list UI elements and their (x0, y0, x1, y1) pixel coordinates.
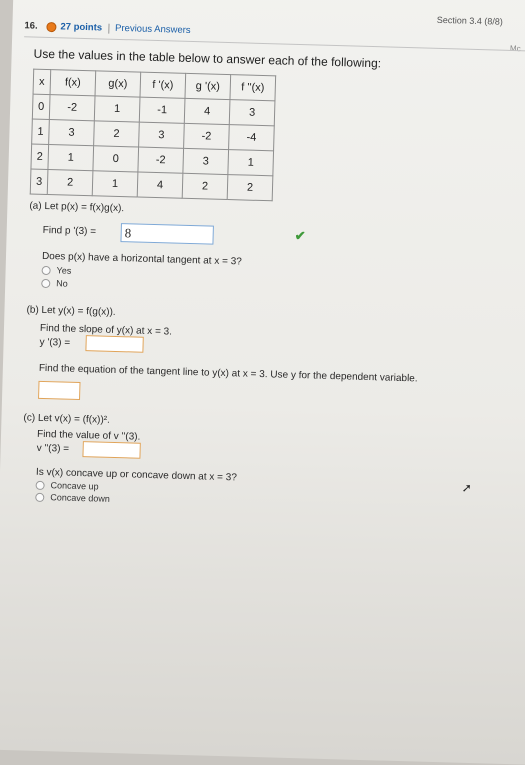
table-cell: -2 (137, 147, 184, 174)
radio-label: Yes (56, 265, 72, 276)
table-cell: 3 (30, 169, 48, 195)
radio-label: Concave up (50, 480, 99, 492)
table-header-cell: f '(x) (140, 72, 186, 99)
table-cell: 1 (227, 149, 274, 176)
separator (107, 23, 110, 34)
table-header-cell: x (33, 69, 51, 95)
radio-concave-up[interactable]: Concave up (35, 480, 99, 492)
table-cell: 3 (229, 99, 275, 126)
horizontal-tangent-question: Does p(x) have a horizontal tangent at x… (41, 250, 242, 268)
points-label: 27 points (60, 21, 103, 34)
part-b-label: (b) Let y(x) = f(g(x)). (26, 304, 116, 318)
table-cell: 1 (94, 95, 141, 123)
part-c-label: (c) Let v(x) = (f(x))². (23, 412, 111, 426)
table-header-cell: f(x) (50, 69, 96, 96)
radio-label: No (56, 278, 68, 289)
table-cell: 2 (30, 144, 49, 170)
v-double-prime-answer-field[interactable] (82, 441, 141, 459)
table-cell: 2 (227, 174, 273, 201)
table-header-cell: g '(x) (184, 73, 231, 100)
table-cell: 4 (184, 98, 230, 125)
table-cell: -4 (228, 124, 275, 151)
y-prime-answer-field[interactable] (85, 335, 144, 353)
section-label: Section 3.4 (8/8) (436, 14, 503, 27)
part-a-find: Find p '(3) = (42, 224, 97, 238)
radio-circle-icon[interactable] (35, 480, 45, 490)
radio-circle-icon[interactable] (41, 278, 51, 288)
radio-circle-icon[interactable] (35, 492, 45, 502)
mouse-cursor-icon: ➚ (461, 480, 472, 495)
table-cell: 1 (47, 144, 94, 171)
table-cell: 2 (182, 173, 228, 200)
table-cell: -2 (183, 123, 230, 150)
values-table: x f(x) g(x) f '(x) g '(x) f ''(x) 0 -2 1… (30, 69, 276, 202)
table-cell: -1 (139, 97, 185, 124)
radio-concave-down[interactable]: Concave down (35, 492, 110, 504)
correct-check-icon: ✔ (294, 227, 306, 244)
status-dot-icon (46, 21, 57, 32)
radio-no[interactable]: No (41, 278, 68, 289)
table-cell: 0 (32, 94, 51, 120)
table-header-cell: g(x) (95, 70, 141, 98)
question-page: Section 3.4 (8/8) Mc 16. 27 points Previ… (0, 0, 525, 765)
question-number: 16. (24, 20, 38, 32)
table-cell: 0 (92, 145, 139, 173)
table-cell: 1 (31, 119, 50, 145)
table-cell: 3 (48, 119, 95, 146)
y-prime-label: y '(3) = (39, 336, 71, 349)
table-cell: 2 (93, 120, 140, 148)
table-cell: 2 (47, 169, 93, 196)
p-prime-answer-field[interactable]: 8 (120, 223, 214, 245)
table-cell: 3 (182, 148, 229, 175)
radio-label: Concave down (50, 492, 110, 504)
table-cell: 3 (138, 122, 185, 149)
tangent-equation-field[interactable] (38, 380, 81, 401)
table-cell: 1 (92, 170, 138, 198)
table-header-cell: f ''(x) (229, 74, 276, 101)
radio-yes[interactable]: Yes (41, 265, 71, 276)
table-cell: 4 (137, 172, 183, 199)
intro-text: Use the values in the table below to ans… (33, 46, 382, 71)
tangent-equation-question: Find the equation of the tangent line to… (38, 362, 418, 385)
table-row: 3 2 1 4 2 2 (30, 169, 273, 201)
v-double-prime-label: v ''(3) = (36, 442, 70, 455)
part-a-label: (a) Let p(x) = f(x)g(x). (29, 200, 125, 215)
previous-answers-link[interactable]: Previous Answers (115, 23, 191, 36)
table-cell: -2 (49, 94, 96, 121)
radio-circle-icon[interactable] (41, 265, 51, 275)
